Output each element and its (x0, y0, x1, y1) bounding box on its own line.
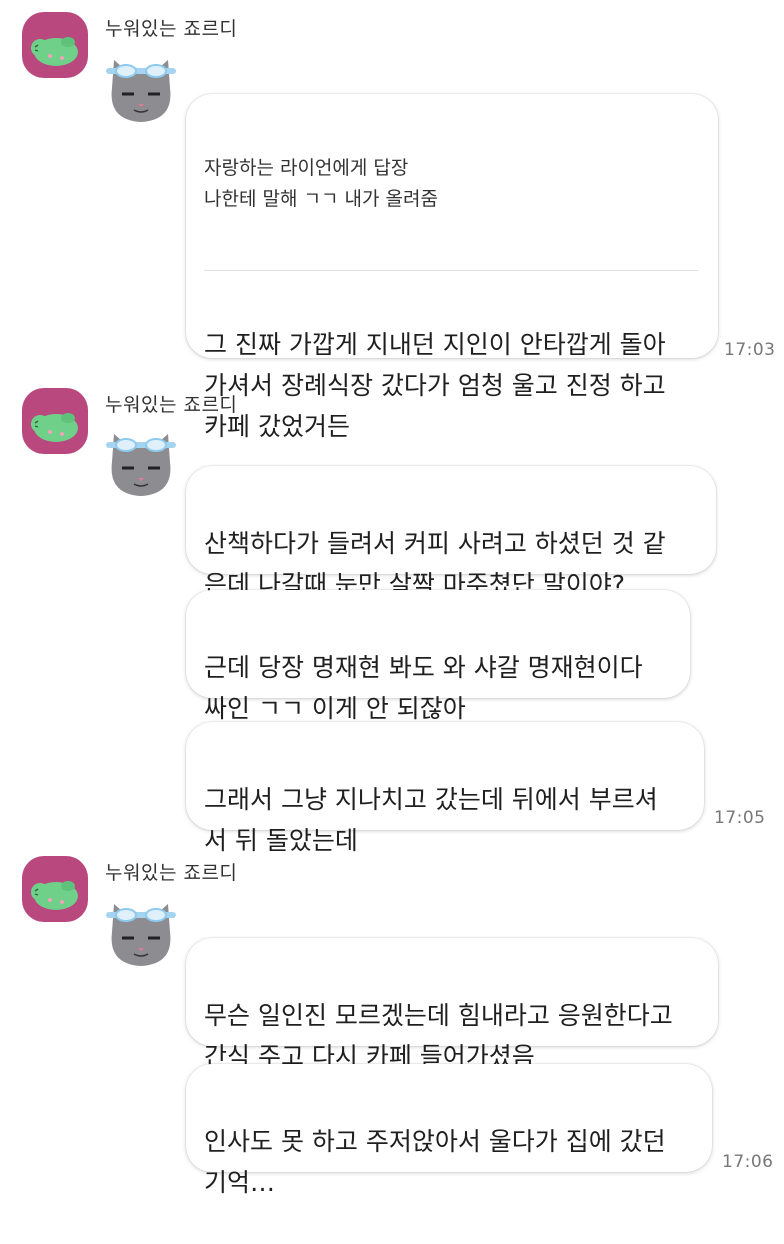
message-text: 근데 당장 명재현 봐도 와 샤갈 명재현이다 싸인 ㄱㄱ 이게 안 되잖아 (204, 653, 643, 723)
sender-name: 누워있는 죠르디 (105, 18, 238, 40)
message-time: 17:03 (724, 340, 776, 360)
message-time: 17:06 (722, 1152, 774, 1172)
message-bubble[interactable]: 그래서 그냥 지나치고 갔는데 뒤에서 부르셔 서 뒤 돌았는데 (186, 722, 704, 855)
reply-divider (204, 270, 698, 271)
profile-sticker (100, 428, 182, 500)
message-text: 그래서 그냥 지나치고 갔는데 뒤에서 부르셔 서 뒤 돌았는데 (204, 785, 658, 855)
message-bubble[interactable]: 무슨 일인진 모르겠는데 힘내라고 응원한다고 간식 주고 다시 카페 들어가셨… (186, 938, 718, 1071)
message-text: 그 진짜 가깝게 지내던 지인이 안타깝게 돌아 가셔서 장례식장 갔다가 엄청… (204, 330, 666, 441)
avatar[interactable] (22, 388, 88, 454)
message-text: 인사도 못 하고 주저앉아서 울다가 집에 갔던 기억… (204, 1127, 666, 1197)
profile-sticker (100, 898, 182, 970)
grey-cat-icon (106, 904, 176, 966)
grey-cat-icon (106, 60, 176, 122)
profile-sticker (100, 54, 182, 126)
avatar[interactable] (22, 12, 88, 78)
avatar[interactable] (22, 856, 88, 922)
message-time: 17:05 (714, 808, 766, 828)
jordy-avatar-icon (31, 37, 78, 66)
reply-bubble[interactable]: 자랑하는 라이언에게 답장 나한테 말해 ㄱㄱ 내가 올려줌 그 진짜 가깝게 … (186, 94, 718, 441)
message-bubble[interactable]: 근데 당장 명재현 봐도 와 샤갈 명재현이다 싸인 ㄱㄱ 이게 안 되잖아 (186, 590, 690, 723)
reply-header[interactable]: 자랑하는 라이언에게 답장 나한테 말해 ㄱㄱ 내가 올려줌 (204, 151, 698, 215)
sender-name: 누워있는 죠르디 (105, 394, 238, 416)
sender-name: 누워있는 죠르디 (105, 862, 238, 884)
grey-cat-icon (106, 434, 176, 496)
jordy-avatar-icon (31, 413, 78, 442)
jordy-avatar-icon (31, 881, 78, 910)
message-bubble[interactable]: 인사도 못 하고 주저앉아서 울다가 집에 갔던 기억… (186, 1064, 712, 1197)
message-bubble[interactable]: 산책하다가 들려서 커피 사려고 하셨던 것 같 은데 나갈때 눈만 살짝 마주… (186, 466, 716, 599)
